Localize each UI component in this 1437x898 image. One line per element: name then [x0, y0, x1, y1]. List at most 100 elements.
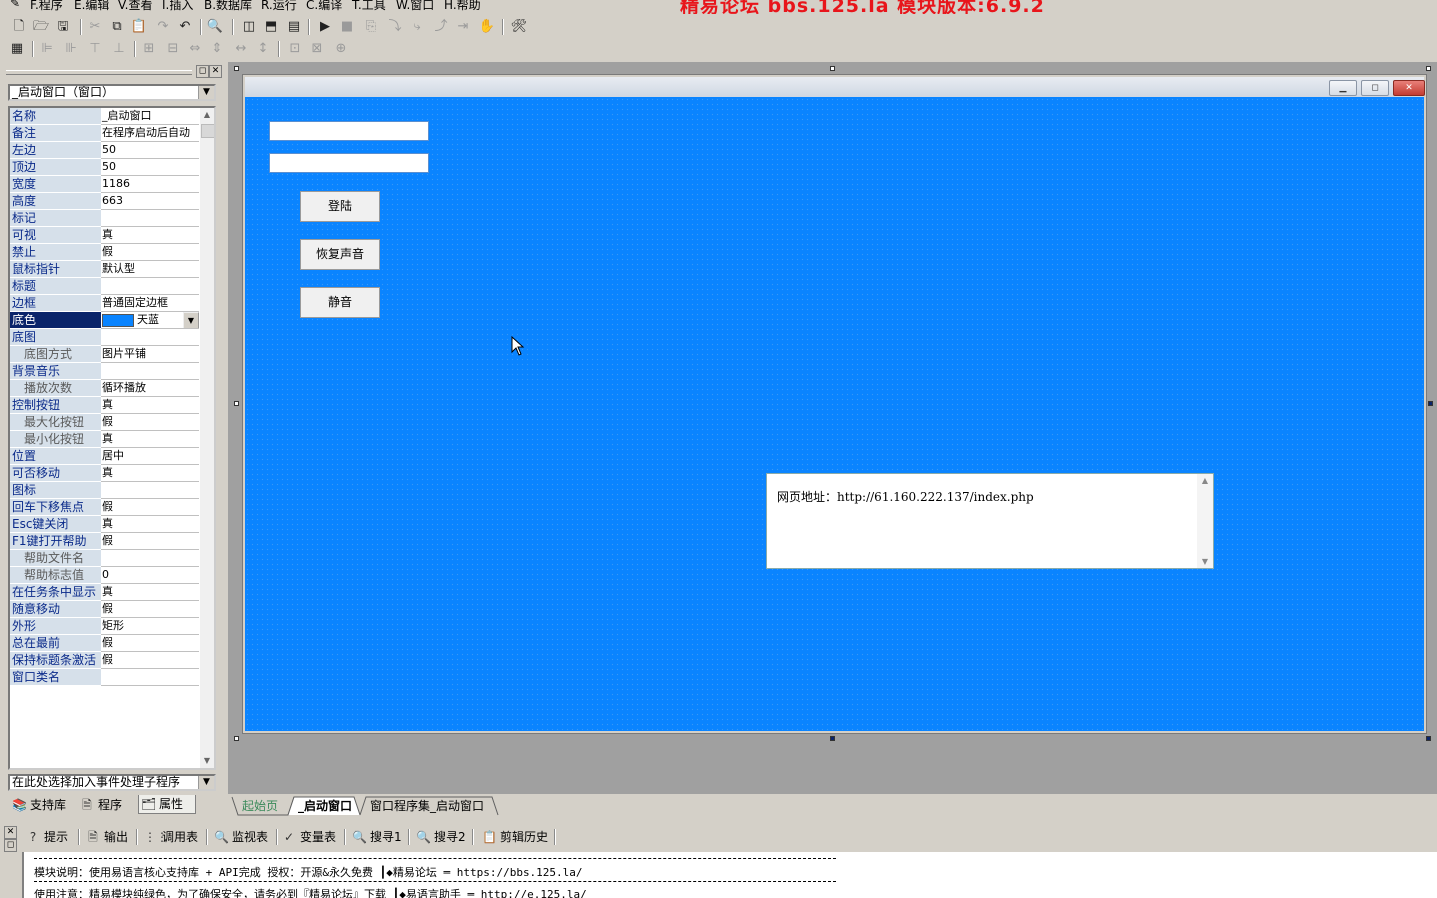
scroll-up-icon[interactable]: ▲	[1197, 476, 1213, 485]
step-into-icon[interactable]: ⤵	[386, 18, 404, 36]
align-left-icon[interactable]: ⊫	[38, 40, 56, 58]
center-horizontal-icon[interactable]: ⊞	[140, 40, 158, 58]
property-row[interactable]: 帮助标志值 0	[10, 567, 200, 584]
property-row[interactable]: 可否移动真	[10, 465, 200, 482]
property-row[interactable]: 帮助文件名	[10, 550, 200, 567]
property-row[interactable]: 禁止假	[10, 244, 200, 261]
cut-icon[interactable]: ✂	[86, 18, 104, 36]
property-row[interactable]: 控制按钮真	[10, 397, 200, 414]
property-value[interactable]	[101, 278, 199, 295]
pane-close-icon[interactable]: ✕	[4, 826, 17, 839]
align-top-icon[interactable]: ⊤	[86, 40, 104, 58]
property-value[interactable]: 663	[101, 193, 199, 210]
property-row[interactable]: 窗口类名	[10, 669, 200, 686]
resize-handle[interactable]	[830, 736, 835, 741]
property-row[interactable]: 位置 居中	[10, 448, 200, 465]
resize-handle[interactable]	[1426, 66, 1431, 71]
menu-item-database[interactable]: B.数据库	[204, 0, 252, 13]
property-row[interactable]: 备注 在程序启动后自动	[10, 125, 200, 142]
menu-item-edit[interactable]: E.编辑	[74, 0, 109, 13]
tab-search-2[interactable]: 🔍 搜寻2	[416, 828, 466, 846]
form-client-area[interactable]: 登陆 恢复声音 静音 网页地址：http://61.160.222.137/in…	[245, 97, 1424, 731]
tab-clip-history[interactable]: 📋 剪辑历史	[482, 828, 548, 846]
property-scrollbar[interactable]: ▲ ▼	[200, 108, 214, 768]
property-row[interactable]: 背景音乐	[10, 363, 200, 380]
panel-grip[interactable]	[6, 70, 192, 75]
property-row[interactable]: 外形 矩形	[10, 618, 200, 635]
same-height-icon[interactable]: ⇕	[208, 40, 226, 58]
property-value[interactable]: 假	[101, 414, 199, 431]
panel-close-icon[interactable]: ✕	[209, 65, 222, 78]
property-row[interactable]: 最大化按钮假	[10, 414, 200, 431]
new-file-icon[interactable]: 🗋	[10, 18, 28, 36]
run-icon[interactable]: ▶	[316, 18, 334, 36]
align-right-icon[interactable]: ⊪	[62, 40, 80, 58]
tab-program[interactable]: 🗎 程序	[80, 796, 122, 814]
tab-start-page[interactable]: 起始页	[242, 797, 278, 815]
panel-restore-icon[interactable]: ◻	[196, 65, 209, 78]
property-value[interactable]: 50	[101, 159, 199, 176]
scroll-thumb[interactable]	[201, 124, 214, 138]
object-select[interactable]: _启动窗口（窗口） ▼	[8, 84, 216, 101]
property-value[interactable]: 假	[101, 244, 199, 261]
property-row[interactable]: 宽度 1186	[10, 176, 200, 193]
property-value[interactable]: 普通固定边框	[101, 295, 199, 312]
mute-button[interactable]: 静音	[300, 287, 380, 318]
property-value[interactable]	[101, 550, 199, 567]
property-value[interactable]	[101, 210, 199, 227]
property-value[interactable]	[101, 329, 199, 346]
space-horizontal-icon[interactable]: ↔	[232, 40, 250, 58]
property-value[interactable]: 真	[101, 431, 199, 448]
menu-item-help[interactable]: H.帮助	[444, 0, 481, 13]
property-value[interactable]: 假	[101, 652, 199, 669]
tab-search-1[interactable]: 🔍 搜寻1	[352, 828, 402, 846]
close-icon[interactable]: ✕	[1393, 80, 1425, 96]
menu-item-insert[interactable]: I.插入	[162, 0, 193, 13]
property-row[interactable]: 在任务条中显示真	[10, 584, 200, 601]
resize-handle[interactable]	[830, 66, 835, 71]
step-over-icon[interactable]: ⤷	[408, 18, 426, 36]
property-row[interactable]: 总在最前假	[10, 635, 200, 652]
tab-order-icon[interactable]: ⊕	[332, 40, 350, 58]
step-out-icon[interactable]: ⤴	[432, 18, 450, 36]
property-row[interactable]: Esc键关闭真	[10, 516, 200, 533]
resize-handle[interactable]	[234, 401, 239, 406]
property-row[interactable]: 底图	[10, 329, 200, 346]
redo-icon[interactable]: ↷	[154, 18, 172, 36]
copy-icon[interactable]: ⧉	[108, 18, 126, 36]
url-memo-box[interactable]: 网页地址：http://61.160.222.137/index.php ▲ ▼	[766, 473, 1214, 569]
form-window[interactable]: ▁ ◻ ✕ 登陆 恢复声音 静音 网页地址：http://61.160.222.…	[242, 74, 1427, 734]
tab-call-stack[interactable]: ⋮⋮调用表	[144, 828, 198, 846]
tab-properties[interactable]: 🗂 属性	[138, 795, 197, 814]
property-row[interactable]: 标记	[10, 210, 200, 227]
same-width-icon[interactable]: ⇔	[186, 40, 204, 58]
minimize-icon[interactable]: ▁	[1329, 80, 1357, 96]
property-value[interactable]: 0	[101, 567, 199, 584]
scroll-down-icon[interactable]: ▼	[200, 754, 214, 768]
property-value[interactable]	[101, 363, 199, 380]
property-row[interactable]: 可视真	[10, 227, 200, 244]
property-row[interactable]: 底色 天蓝 ▼	[10, 312, 200, 329]
property-value[interactable]: 1186	[101, 176, 199, 193]
layout-panel-icon[interactable]: ◫	[240, 18, 258, 36]
property-row[interactable]: 名称 _启动窗口	[10, 108, 200, 125]
property-row[interactable]: 标题	[10, 278, 200, 295]
maximize-icon[interactable]: ◻	[1361, 80, 1389, 96]
output-pane[interactable]: 模块说明：使用易语言核心支持库 + API完成 授权：开源&永久免费 ┃◆精易论…	[22, 852, 1437, 898]
resize-handle[interactable]	[234, 736, 239, 741]
undo-icon[interactable]: ↶	[176, 18, 194, 36]
property-value[interactable]: 真	[101, 465, 199, 482]
chevron-down-icon[interactable]: ▼	[198, 776, 214, 789]
find-icon[interactable]: 🔍	[206, 18, 224, 36]
property-value[interactable]: 图片平铺	[101, 346, 199, 363]
form-icon[interactable]: ▦	[8, 40, 26, 58]
menu-item-compile[interactable]: C.编译	[306, 0, 342, 13]
property-row[interactable]: 最小化按钮真	[10, 431, 200, 448]
tab-output[interactable]: 🗎 输出	[86, 828, 128, 846]
property-value[interactable]: 假	[101, 499, 199, 516]
property-row[interactable]: 边框 普通固定边框	[10, 295, 200, 312]
center-form-horizontal-icon[interactable]: ⊡	[286, 40, 304, 58]
username-input[interactable]	[269, 121, 429, 141]
center-form-vertical-icon[interactable]: ⊠	[308, 40, 326, 58]
password-input[interactable]	[269, 153, 429, 173]
